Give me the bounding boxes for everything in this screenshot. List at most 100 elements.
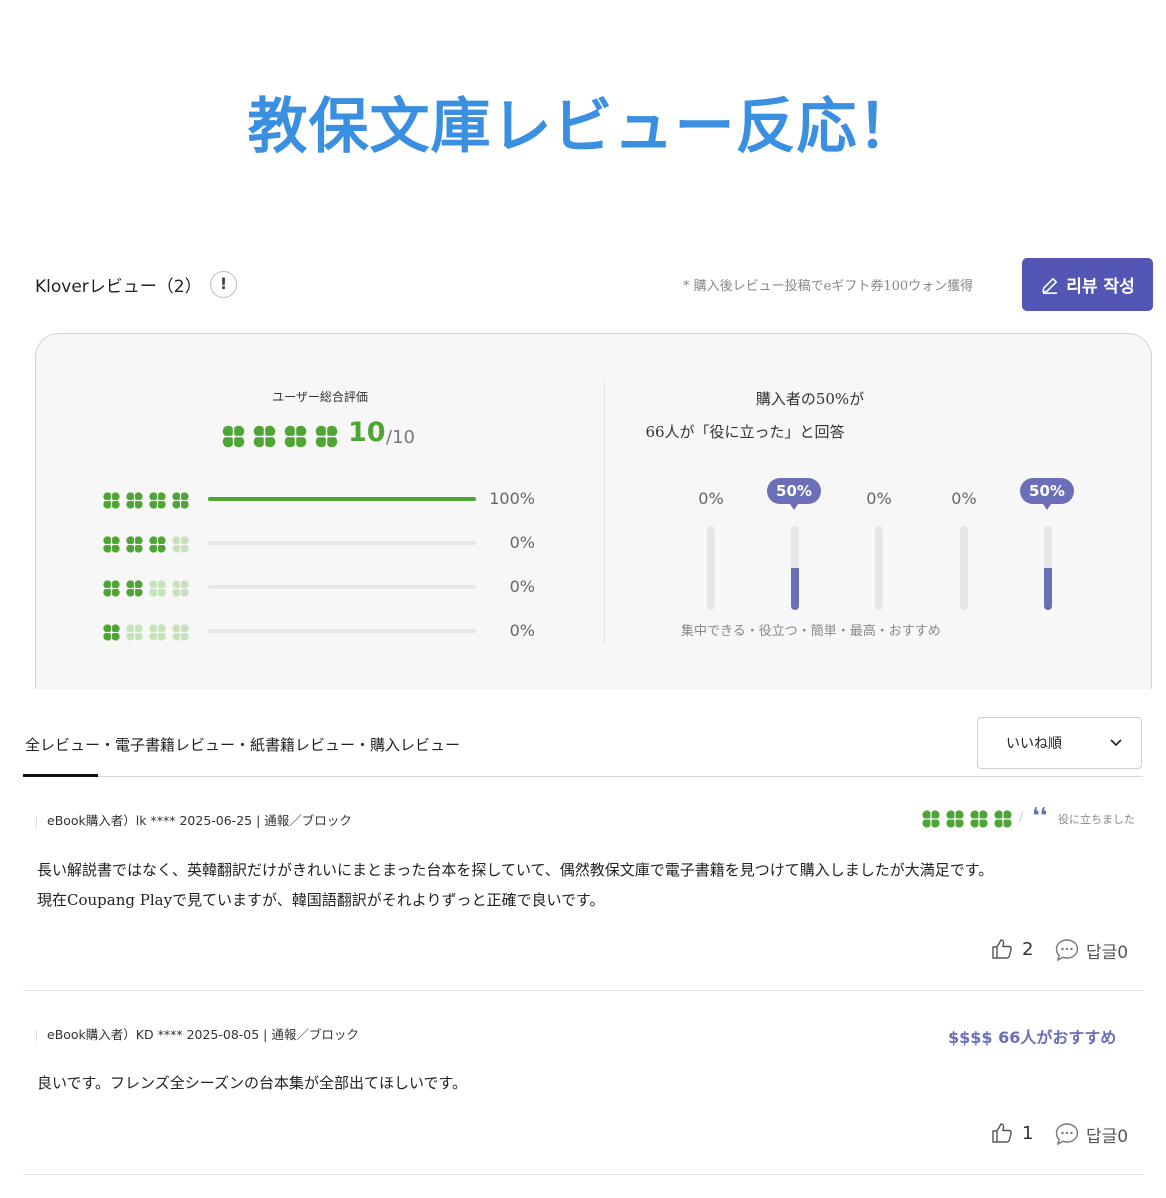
comment-icon bbox=[1055, 939, 1079, 962]
reply-button[interactable]: 답글0 bbox=[1054, 937, 1128, 963]
keyword-fill bbox=[791, 568, 799, 610]
keyword-percent: 0% bbox=[951, 489, 977, 508]
review-text-line: 良いです。フレンズ全シーズンの台本集が全部出てほしいです。 bbox=[37, 1074, 468, 1092]
clover-icon bbox=[148, 535, 167, 554]
review-separator: / bbox=[1019, 810, 1024, 825]
clover-icon bbox=[125, 623, 144, 642]
clover-icon bbox=[171, 535, 190, 554]
like-button[interactable]: 1 bbox=[990, 1121, 1033, 1145]
keyword-column: 50% bbox=[1008, 478, 1088, 610]
like-count: 1 bbox=[1022, 1122, 1034, 1144]
clover-icon bbox=[252, 424, 277, 449]
distribution-fill bbox=[208, 497, 476, 501]
like-count: 2 bbox=[1022, 938, 1034, 960]
section-title: Kloverレビュー（2） bbox=[35, 277, 202, 297]
reply-count: 답글0 bbox=[1086, 942, 1129, 963]
reply-button[interactable]: 답글0 bbox=[1054, 1121, 1128, 1147]
keyword-track bbox=[960, 526, 968, 610]
review-divider bbox=[23, 1174, 1143, 1175]
distribution-clovers bbox=[102, 579, 190, 598]
distribution-row-1: 0% bbox=[102, 621, 542, 641]
distribution-clovers bbox=[102, 623, 190, 642]
info-icon[interactable]: ! bbox=[210, 271, 237, 298]
distribution-percent: 100% bbox=[489, 489, 535, 508]
distribution-clovers bbox=[102, 535, 190, 554]
thumbs-up-icon bbox=[992, 939, 1012, 959]
write-review-button[interactable]: 리뷰 작성 bbox=[1022, 258, 1153, 311]
distribution-percent: 0% bbox=[509, 577, 535, 596]
review-text-line: 長い解説書ではなく、英韓翻訳だけがきれいにまとまった台本を探していて、偶然教保文… bbox=[37, 861, 994, 879]
rating-label: ユーザー総合評価 bbox=[272, 390, 368, 404]
reward-note: * 購入後レビュー投稿でeギフト券100ウォン獲得 bbox=[683, 279, 974, 294]
clover-icon bbox=[102, 535, 121, 554]
clover-icon bbox=[148, 623, 167, 642]
clover-icon bbox=[921, 809, 941, 829]
distribution-track bbox=[208, 585, 476, 589]
quote-icon: ❛❛ bbox=[1032, 804, 1048, 829]
keyword-percent: 0% bbox=[698, 489, 724, 508]
reply-count: 답글0 bbox=[1086, 1126, 1129, 1147]
clover-icon bbox=[148, 579, 167, 598]
keyword-track bbox=[707, 526, 715, 610]
review-author-date: eBook購入者）lk **** 2025-06-25 | 通報／ブロック bbox=[47, 813, 352, 828]
review-text-line: 現在Coupang Playで見ていますが、韓国語翻訳がそれよりずっと正確で良い… bbox=[37, 891, 605, 909]
buyer-summary-line2: 66人が「役に立った」と回答 bbox=[645, 423, 845, 441]
review-rating-clovers bbox=[921, 809, 1013, 829]
keyword-percent: 0% bbox=[866, 489, 892, 508]
chevron-down-icon bbox=[1110, 739, 1122, 747]
recommend-badge: $$$$ 66人がおすすめ bbox=[948, 1028, 1117, 1047]
tab-underline bbox=[23, 776, 1143, 777]
review-filter-tabs[interactable]: 全レビュー・電子書籍レビュー・紙書籍レビュー・購入レビュー bbox=[25, 734, 460, 755]
keyword-track bbox=[1044, 526, 1052, 610]
clover-icon bbox=[102, 623, 121, 642]
review-divider bbox=[23, 990, 1143, 991]
clover-icon bbox=[171, 579, 190, 598]
helpful-tag: 役に立ちました bbox=[1058, 813, 1135, 826]
rating-score: 10 bbox=[348, 417, 386, 448]
clover-icon bbox=[125, 535, 144, 554]
keyword-track bbox=[875, 526, 883, 610]
pencil-icon bbox=[1042, 277, 1058, 294]
thumbs-up-icon bbox=[992, 1123, 1012, 1143]
sort-select[interactable]: いいね順 bbox=[977, 717, 1142, 769]
keyword-percent: 50% bbox=[1020, 478, 1074, 510]
clover-icon bbox=[125, 579, 144, 598]
clover-icon bbox=[125, 491, 144, 510]
keyword-percent: 50% bbox=[767, 478, 821, 510]
distribution-row-2: 0% bbox=[102, 577, 542, 597]
clover-icon bbox=[945, 809, 965, 829]
clover-icon bbox=[283, 424, 308, 449]
distribution-percent: 0% bbox=[509, 621, 535, 640]
review-meta: eBook購入者）lk **** 2025-06-25 | 通報／ブロック bbox=[36, 810, 352, 829]
keyword-track bbox=[791, 526, 799, 610]
keyword-column: 50% bbox=[755, 478, 835, 610]
clover-icon bbox=[969, 809, 989, 829]
distribution-row-4: 100% bbox=[102, 489, 542, 509]
like-button[interactable]: 2 bbox=[990, 937, 1033, 961]
keyword-labels: 集中できる・役立つ・簡単・最高・おすすめ bbox=[681, 624, 941, 639]
review-meta: eBook購入者）KD **** 2025-08-05 | 通報／ブロック bbox=[36, 1024, 359, 1043]
keyword-column: 0% bbox=[671, 489, 751, 610]
clover-icon bbox=[148, 491, 167, 510]
distribution-track bbox=[208, 541, 476, 545]
clover-icon bbox=[102, 579, 121, 598]
clover-icon bbox=[993, 809, 1013, 829]
distribution-percent: 0% bbox=[509, 533, 535, 552]
clover-icon bbox=[102, 491, 121, 510]
distribution-track bbox=[208, 629, 476, 633]
review-body: 良いです。フレンズ全シーズンの台本集が全部出てほしいです。 bbox=[37, 1068, 467, 1098]
rating-clovers bbox=[221, 424, 339, 449]
hero-title: 教保文庫レビュー反応！ bbox=[247, 92, 919, 162]
keyword-fill bbox=[1044, 568, 1052, 610]
distribution-clovers bbox=[102, 491, 190, 510]
distribution-row-3: 0% bbox=[102, 533, 542, 553]
sort-label: いいね順 bbox=[1006, 736, 1062, 752]
clover-icon bbox=[221, 424, 246, 449]
comment-icon bbox=[1055, 1123, 1079, 1146]
review-author-date: eBook購入者）KD **** 2025-08-05 | 通報／ブロック bbox=[47, 1027, 359, 1042]
write-review-label: 리뷰 작성 bbox=[1066, 277, 1135, 297]
clover-icon bbox=[171, 491, 190, 510]
tab-active-indicator bbox=[23, 774, 98, 777]
keyword-column: 0% bbox=[924, 489, 1004, 610]
buyer-summary-line1: 購入者の50%が bbox=[755, 390, 865, 408]
